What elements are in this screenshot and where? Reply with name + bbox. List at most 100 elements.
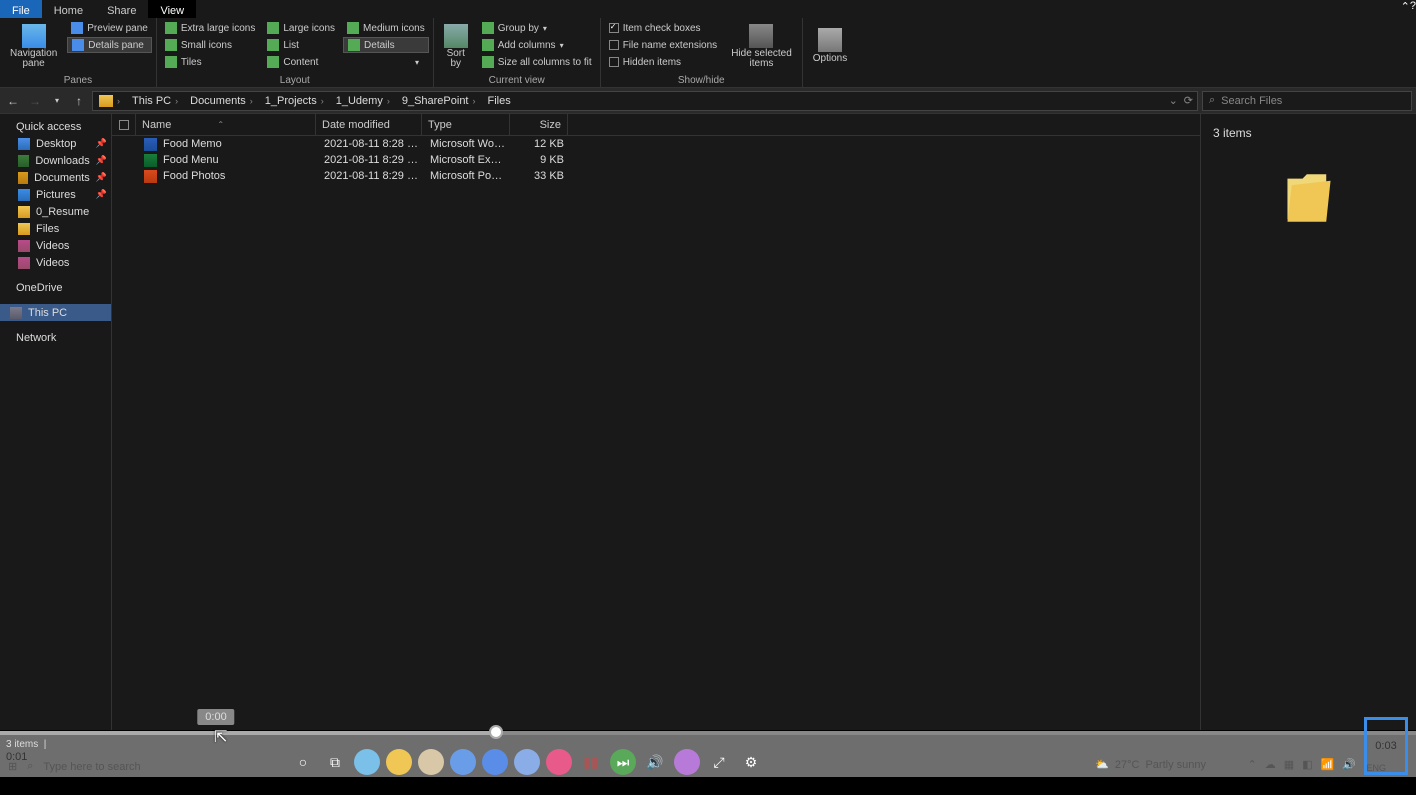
taskbar-cortana-icon[interactable]: ○ <box>290 749 316 775</box>
video-progress-bar[interactable] <box>0 731 1416 735</box>
preview-pane-button[interactable]: Preview pane <box>67 20 152 36</box>
address-dropdown-icon[interactable]: ⌄ <box>1169 94 1178 107</box>
layout-details[interactable]: Details <box>343 37 429 53</box>
sidebar-videos[interactable]: Videos <box>0 237 111 254</box>
taskbar-language[interactable]: ENG <box>1366 763 1386 773</box>
layout-small-icons[interactable]: Small icons <box>161 37 259 53</box>
video-fullscreen-button[interactable]: ⤢ <box>706 749 732 775</box>
tray-volume-icon[interactable]: 🔊 <box>1342 758 1356 771</box>
up-button[interactable]: ↑ <box>70 92 88 110</box>
refresh-icon[interactable]: ⟳ <box>1184 94 1193 107</box>
breadcrumb-documents[interactable]: Documents› <box>184 95 259 107</box>
search-input[interactable]: ⌕ Search Files <box>1202 91 1412 111</box>
downloads-icon <box>18 155 29 167</box>
documents-icon <box>18 172 28 184</box>
details-pane-button[interactable]: Details pane <box>67 37 152 53</box>
ribbon: Navigation pane Preview pane Details pan… <box>0 18 1416 88</box>
taskbar-app-icon[interactable] <box>514 749 540 775</box>
taskbar-taskview-icon[interactable]: ⧉ <box>322 749 348 775</box>
chevron-down-icon: ▾ <box>415 58 419 67</box>
column-name[interactable]: Name⌃ <box>136 114 316 135</box>
desktop-icon <box>18 138 30 150</box>
video-volume-button[interactable]: 🔊 <box>642 749 668 775</box>
tray-app-icon[interactable]: ◧ <box>1302 758 1312 771</box>
video-next-button[interactable]: ⏭ <box>610 749 636 775</box>
layout-extra-large-icons[interactable]: Extra large icons <box>161 20 259 36</box>
sidebar-pictures[interactable]: Pictures📌 <box>0 186 111 203</box>
details-item-count: 3 items <box>1213 126 1404 140</box>
size-all-columns-button[interactable]: Size all columns to fit <box>478 54 596 70</box>
sidebar-onedrive[interactable]: OneDrive <box>0 279 111 296</box>
taskbar-app-icon[interactable] <box>546 749 572 775</box>
navigation-pane-button[interactable]: Navigation pane <box>4 20 63 72</box>
taskbar-explorer-icon[interactable] <box>386 749 412 775</box>
taskbar-edge-icon[interactable] <box>354 749 380 775</box>
file-size: 12 KB <box>512 138 570 150</box>
breadcrumb-udemy[interactable]: 1_Udemy› <box>330 95 396 107</box>
video-settings-button[interactable]: ⚙ <box>738 749 764 775</box>
preview-pane-icon <box>71 22 83 34</box>
file-row[interactable]: Food Menu2021-08-11 8:29 PMMicrosoft Exc… <box>112 152 1200 168</box>
layout-content[interactable]: Content <box>263 54 339 70</box>
add-columns-button[interactable]: Add columns▾ <box>478 37 596 53</box>
forward-button[interactable]: → <box>26 92 44 110</box>
windows-start-icon[interactable]: ⊞ <box>8 760 17 773</box>
sort-by-button[interactable]: Sort by <box>438 20 474 72</box>
file-row[interactable]: Food Memo2021-08-11 8:28 PMMicrosoft Wor… <box>112 136 1200 152</box>
breadcrumb-files[interactable]: Files <box>482 95 517 107</box>
taskbar-mail-icon[interactable] <box>482 749 508 775</box>
breadcrumb-sharepoint[interactable]: 9_SharePoint› <box>396 95 482 107</box>
sidebar-desktop[interactable]: Desktop📌 <box>0 135 111 152</box>
file-name-extensions-toggle[interactable]: File name extensions <box>605 37 722 53</box>
hide-selected-items-button[interactable]: Hide selected items <box>725 20 798 72</box>
sidebar-files[interactable]: Files <box>0 220 111 237</box>
taskbar-weather[interactable]: ⛅ 27°C Partly sunny <box>1095 758 1206 771</box>
recent-locations-button[interactable]: ▾ <box>48 92 66 110</box>
tiles-icon <box>165 56 177 68</box>
layout-more[interactable]: ▾ <box>343 54 423 70</box>
file-type: Microsoft Excel W... <box>424 154 512 166</box>
layout-large-icons[interactable]: Large icons <box>263 20 339 36</box>
column-date[interactable]: Date modified <box>316 114 422 135</box>
options-button[interactable]: Options <box>807 20 853 72</box>
sidebar-resume[interactable]: 0_Resume <box>0 203 111 220</box>
column-size[interactable]: Size <box>510 114 568 135</box>
details-pane: 3 items <box>1200 114 1416 730</box>
sidebar-downloads[interactable]: Downloads📌 <box>0 152 111 169</box>
breadcrumb-projects[interactable]: 1_Projects› <box>259 95 330 107</box>
sidebar-videos2[interactable]: Videos <box>0 254 111 271</box>
tray-chevron-icon[interactable]: ⌃ <box>1248 758 1257 771</box>
sidebar-this-pc[interactable]: This PC <box>0 304 111 321</box>
address-bar[interactable]: › This PC› Documents› 1_Projects› 1_Udem… <box>92 91 1198 111</box>
sidebar-network[interactable]: Network <box>0 329 111 346</box>
item-check-boxes-toggle[interactable]: Item check boxes <box>605 20 722 36</box>
tray-app-icon[interactable]: ▦ <box>1284 758 1294 771</box>
layout-tiles[interactable]: Tiles <box>161 54 259 70</box>
layout-medium-icons[interactable]: Medium icons <box>343 20 429 36</box>
taskbar-search[interactable]: ⊞ ⌕ Type here to search <box>32 760 141 773</box>
file-date: 2021-08-11 8:29 PM <box>318 170 424 182</box>
file-list: Name⌃ Date modified Type Size Food Memo2… <box>112 114 1200 730</box>
hidden-items-toggle[interactable]: Hidden items <box>605 54 722 70</box>
video-pause-button[interactable]: ▮▮ <box>578 749 604 775</box>
progress-thumb[interactable] <box>489 725 503 739</box>
ribbon-group-layout-label: Layout <box>161 74 429 87</box>
large-icons-icon <box>267 22 279 34</box>
column-type[interactable]: Type <box>422 114 510 135</box>
taskbar-onenote-icon[interactable] <box>674 749 700 775</box>
tray-onedrive-icon[interactable]: ☁ <box>1265 758 1276 771</box>
back-button[interactable]: ← <box>4 92 22 110</box>
file-row[interactable]: Food Photos2021-08-11 8:29 PMMicrosoft P… <box>112 168 1200 184</box>
taskbar-app-icon[interactable] <box>450 749 476 775</box>
taskbar-tray[interactable]: ⌃ ☁ ▦ ◧ 📶 🔊 <box>1248 758 1356 771</box>
tray-wifi-icon[interactable]: 📶 <box>1321 758 1335 771</box>
breadcrumb-this-pc[interactable]: This PC› <box>126 95 184 107</box>
select-all-checkbox[interactable] <box>112 114 136 135</box>
sidebar-documents[interactable]: Documents📌 <box>0 169 111 186</box>
layout-list[interactable]: List <box>263 37 339 53</box>
taskbar-app-icon[interactable] <box>418 749 444 775</box>
size-columns-icon <box>482 56 494 68</box>
medium-icons-icon <box>347 22 359 34</box>
group-by-button[interactable]: Group by▾ <box>478 20 596 36</box>
sidebar-quick-access[interactable]: Quick access <box>0 118 111 135</box>
